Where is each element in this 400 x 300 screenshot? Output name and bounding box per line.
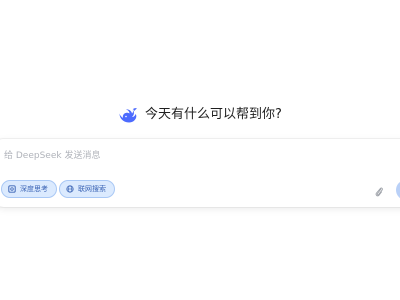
deepseek-logo-icon [119, 108, 138, 123]
paperclip-icon [375, 187, 383, 197]
send-arrow-icon [396, 180, 400, 200]
attach-button[interactable] [374, 183, 384, 197]
globe-icon [66, 185, 74, 193]
greeting-text: 今天有什么可以帮到你? [145, 107, 282, 122]
welcome-header: 今天有什么可以帮到你? [0, 103, 400, 127]
send-button[interactable] [396, 180, 400, 200]
deep-think-label: 深度思考 [20, 185, 48, 193]
deep-think-toggle[interactable]: 深度思考 [1, 180, 57, 198]
web-search-toggle[interactable]: 联网搜索 [59, 180, 115, 198]
message-composer: 深度思考 联网搜索 [0, 139, 400, 207]
atom-icon [8, 185, 16, 193]
chat-home: 今天有什么可以帮到你? 深度思考 联网搜索 [0, 0, 400, 300]
message-input[interactable] [4, 147, 364, 165]
web-search-label: 联网搜索 [78, 185, 106, 193]
